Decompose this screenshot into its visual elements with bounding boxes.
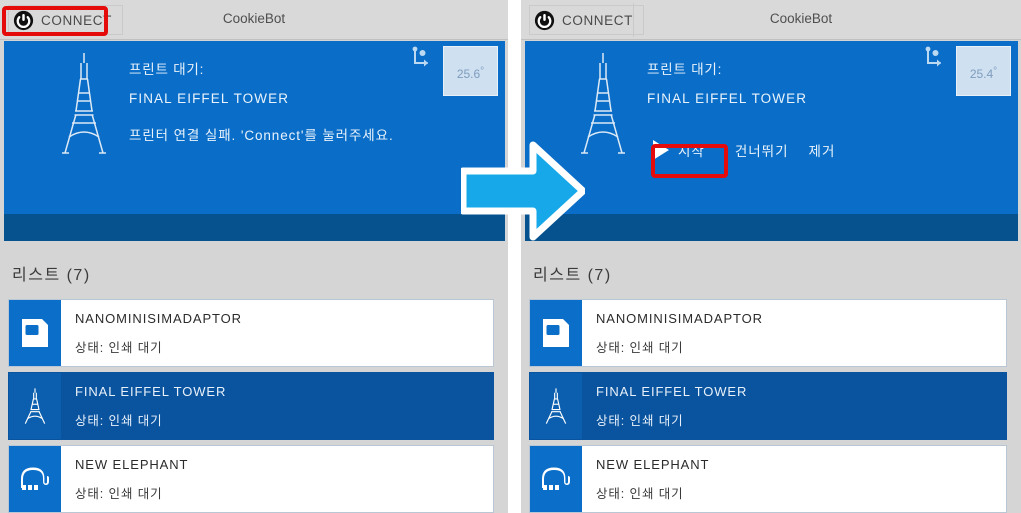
temperature-unit: °	[480, 65, 485, 77]
panel-before: CONNECT CookieBot 프린트 대기: FINAL EIFFEL T…	[0, 0, 508, 513]
sim-adaptor-icon	[9, 300, 61, 366]
power-icon	[534, 10, 555, 31]
list-item-body: NEW ELEPHANT 상태: 인쇄 대기	[582, 446, 709, 512]
list-item-name: NANOMINISIMADAPTOR	[75, 311, 242, 326]
titlebar-after: CONNECT CookieBot	[521, 0, 1021, 40]
hero-panel-before: 프린트 대기: FINAL EIFFEL TOWER 프린터 연결 실패. 'C…	[4, 41, 505, 241]
list-item-status: 상태: 인쇄 대기	[596, 341, 684, 355]
hero-text-before: 프린트 대기: FINAL EIFFEL TOWER 프린터 연결 실패. 'C…	[129, 58, 394, 144]
list-title-after: 리스트 (7)	[533, 267, 612, 284]
list-item-body: FINAL EIFFEL TOWER 상태: 인쇄 대기	[61, 373, 226, 439]
list-item-body: FINAL EIFFEL TOWER 상태: 인쇄 대기	[582, 373, 747, 439]
list-item-body: NANOMINISIMADAPTOR 상태: 인쇄 대기	[61, 300, 242, 366]
temperature-badge-after: 25.4 °	[956, 46, 1011, 96]
rotate-axis-icon[interactable]	[923, 46, 947, 68]
hero-action-row: 시작 건너뛰기 제거	[645, 136, 835, 164]
list-item-body: NANOMINISIMADAPTOR 상태: 인쇄 대기	[582, 300, 763, 366]
elephant-icon	[530, 446, 582, 512]
list-item[interactable]: NANOMINISIMADAPTOR 상태: 인쇄 대기	[8, 299, 494, 367]
right-arrow-icon	[459, 141, 587, 241]
panel-after: CONNECT CookieBot 프린트 대기: FINAL EIFFEL T…	[521, 0, 1021, 513]
skip-button[interactable]: 건너뛰기	[735, 140, 789, 160]
eiffel-tower-icon	[530, 373, 582, 439]
list-item-name: NANOMINISIMADAPTOR	[596, 311, 763, 326]
temperature-value: 25.6	[456, 67, 481, 81]
list-item-name: FINAL EIFFEL TOWER	[75, 384, 227, 399]
list-item-body: NEW ELEPHANT 상태: 인쇄 대기	[61, 446, 188, 512]
hero-bottom-band	[525, 214, 1018, 241]
play-icon	[653, 140, 669, 160]
start-button-label: 시작	[678, 144, 705, 159]
list-item-status: 상태: 인쇄 대기	[596, 414, 684, 428]
hero-line-jobname: FINAL EIFFEL TOWER	[647, 91, 808, 106]
remove-button[interactable]: 제거	[809, 140, 836, 160]
panel-divider	[508, 0, 521, 513]
app-title-before: CookieBot	[222, 11, 286, 26]
temperature-unit: °	[993, 65, 998, 77]
hero-line-message: 프린터 연결 실패. 'Connect'를 눌러주세요.	[129, 128, 394, 143]
list-item-status: 상태: 인쇄 대기	[596, 487, 684, 501]
temperature-badge-before: 25.6 °	[443, 46, 498, 96]
list-item-status: 상태: 인쇄 대기	[75, 487, 163, 501]
list-item[interactable]: FINAL EIFFEL TOWER 상태: 인쇄 대기	[529, 372, 1007, 440]
start-button[interactable]: 시작	[645, 136, 715, 164]
list-item-name: FINAL EIFFEL TOWER	[596, 384, 748, 399]
list-item-status: 상태: 인쇄 대기	[75, 414, 163, 428]
list-item-name: NEW ELEPHANT	[596, 457, 710, 472]
titlebar-before: CONNECT CookieBot	[0, 0, 508, 40]
rotate-axis-icon[interactable]	[410, 46, 434, 68]
screenshot-stage: CONNECT CookieBot 프린트 대기: FINAL EIFFEL T…	[0, 0, 1021, 513]
list-item-status: 상태: 인쇄 대기	[75, 341, 163, 355]
list-item-name: NEW ELEPHANT	[75, 457, 189, 472]
eiffel-tower-icon	[48, 49, 120, 157]
list-item[interactable]: NANOMINISIMADAPTOR 상태: 인쇄 대기	[529, 299, 1007, 367]
hero-bottom-band	[4, 214, 505, 241]
temperature-value: 25.4	[969, 67, 994, 81]
hero-line-status: 프린트 대기:	[647, 62, 723, 77]
elephant-icon	[9, 446, 61, 512]
job-list-after: NANOMINISIMADAPTOR 상태: 인쇄 대기 FINAL EIFFE…	[521, 299, 1021, 513]
sim-adaptor-icon	[530, 300, 582, 366]
hero-line-status: 프린트 대기:	[129, 62, 205, 77]
app-title-after: CookieBot	[769, 11, 833, 26]
list-item[interactable]: NEW ELEPHANT 상태: 인쇄 대기	[529, 445, 1007, 513]
hero-text-after: 프린트 대기: FINAL EIFFEL TOWER	[647, 58, 807, 124]
hero-line-jobname: FINAL EIFFEL TOWER	[129, 91, 290, 106]
list-item[interactable]: NEW ELEPHANT 상태: 인쇄 대기	[8, 445, 494, 513]
job-list-before: NANOMINISIMADAPTOR 상태: 인쇄 대기 FINAL EIFFE…	[0, 299, 508, 513]
list-title-before: 리스트 (7)	[12, 267, 91, 284]
eiffel-tower-icon	[9, 373, 61, 439]
list-item[interactable]: FINAL EIFFEL TOWER 상태: 인쇄 대기	[8, 372, 494, 440]
hero-panel-after: 프린트 대기: FINAL EIFFEL TOWER 시작 건너뛰기 제거 25…	[525, 41, 1018, 241]
